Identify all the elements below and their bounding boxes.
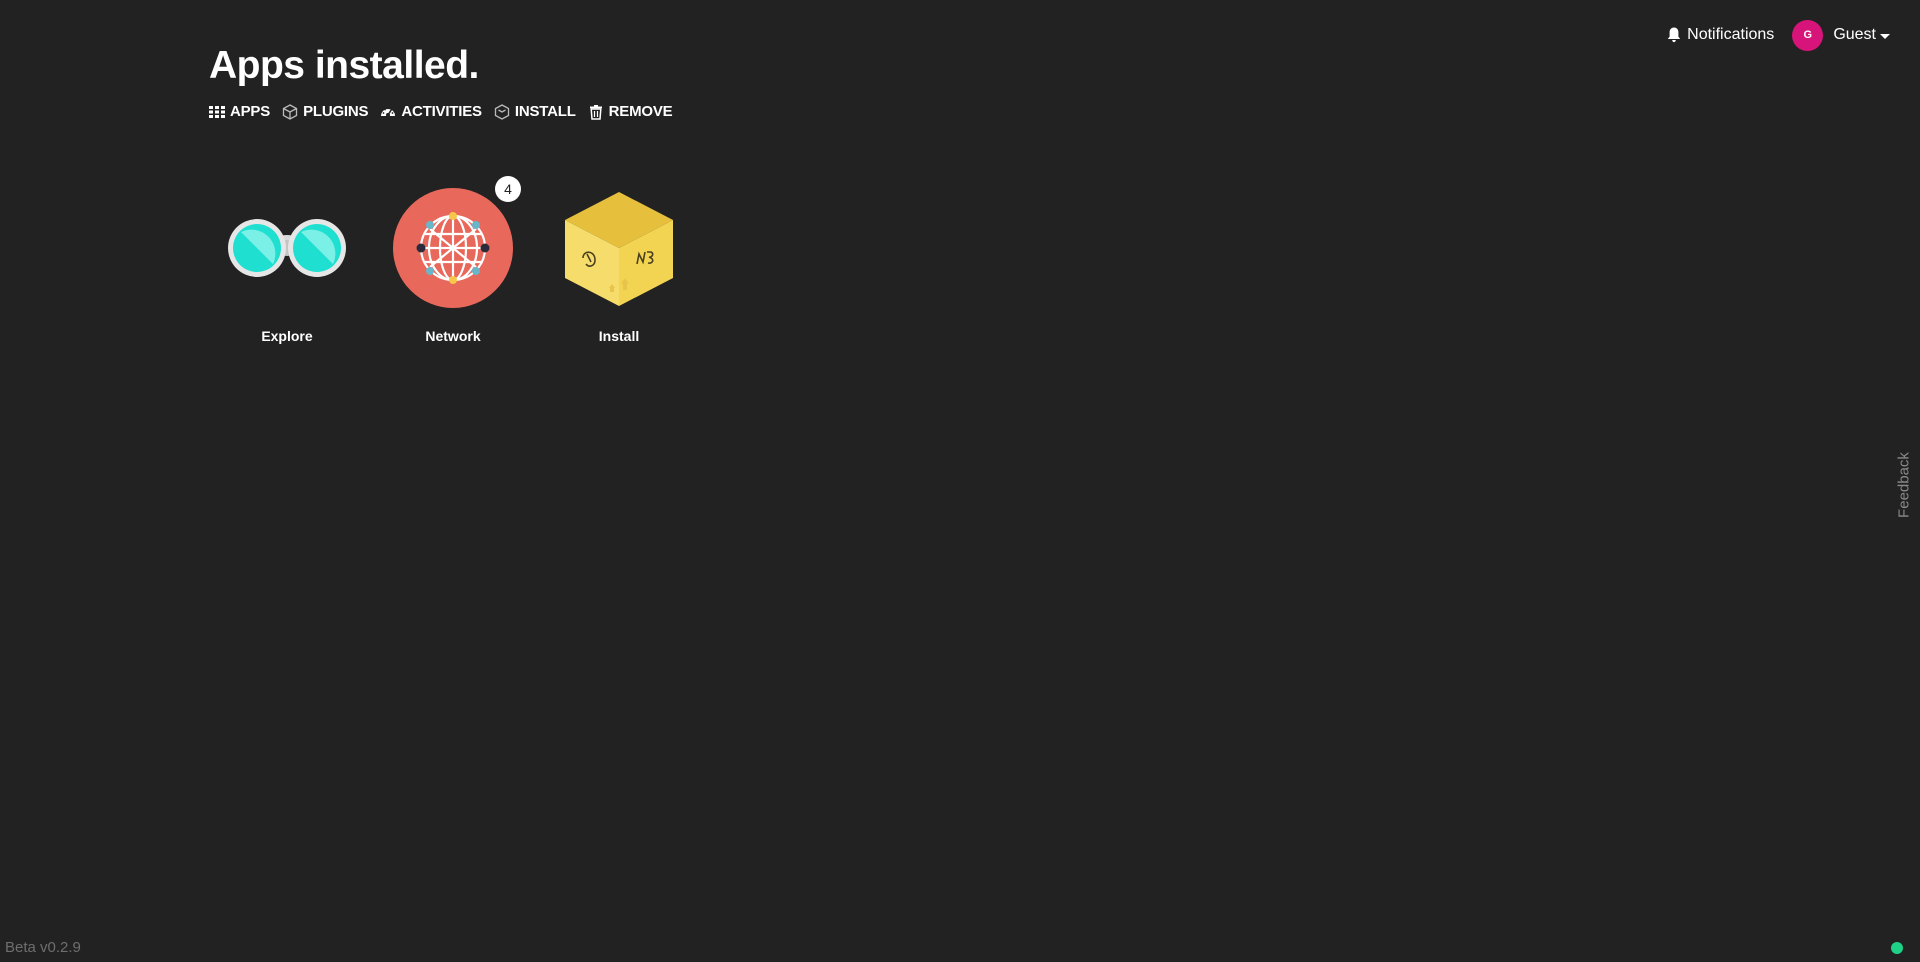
page-title: Apps installed. [209,44,479,87]
connection-status-dot [1891,942,1903,954]
nav-install[interactable]: INSTALL [494,103,576,120]
bell-icon [1667,27,1681,43]
app-tile-explore[interactable]: Explore [227,188,347,344]
nav-remove-label: REMOVE [608,103,673,120]
dashboard-icon [381,106,396,117]
feedback-label: Feedback [1895,452,1913,518]
binoculars-icon[interactable] [227,188,347,308]
network-globe-icon[interactable] [393,188,513,308]
user-name-dropdown[interactable]: Guest [1833,26,1890,44]
cube-icon [282,103,298,120]
nav-install-label: INSTALL [514,103,576,120]
nav-remove[interactable]: REMOVE [588,103,673,120]
caret-down-icon [1880,33,1890,39]
nav-apps-label: APPS [230,103,271,120]
nav-plugins-label: PLUGINS [303,103,369,120]
grid-icon [209,105,225,118]
page: Notifications G Guest Apps installed. AP… [0,0,1920,962]
apps-grid: Explore 4 Network Install [227,176,679,344]
notifications-label: Notifications [1687,26,1775,43]
app-label-network: Network [425,328,481,344]
box-icon[interactable] [559,188,679,308]
nav-apps[interactable]: APPS [209,103,270,120]
app-tile-install[interactable]: Install [559,188,679,344]
feedback-tab[interactable]: Feedback [1894,445,1914,525]
user-menu[interactable]: G Guest [1792,19,1890,51]
notification-count-badge: 4 [495,176,521,202]
trash-icon [589,104,602,120]
app-nav: APPS PLUGINS ACTIVITIES INSTALL REMOVE [209,103,673,120]
user-name: Guest [1833,26,1876,43]
cube-install-icon [494,103,510,120]
app-label-explore: Explore [261,328,313,344]
app-label-install: Install [598,328,640,344]
nav-plugins[interactable]: PLUGINS [282,103,369,120]
top-bar: Notifications G Guest [1667,14,1890,56]
notifications-button[interactable]: Notifications [1667,26,1774,44]
app-tile-network[interactable]: 4 Network [393,176,521,344]
avatar[interactable]: G [1792,19,1824,51]
version-label: Beta v0.2.9 [5,939,81,956]
nav-activities-label: ACTIVITIES [401,103,482,120]
nav-activities[interactable]: ACTIVITIES [380,103,482,120]
